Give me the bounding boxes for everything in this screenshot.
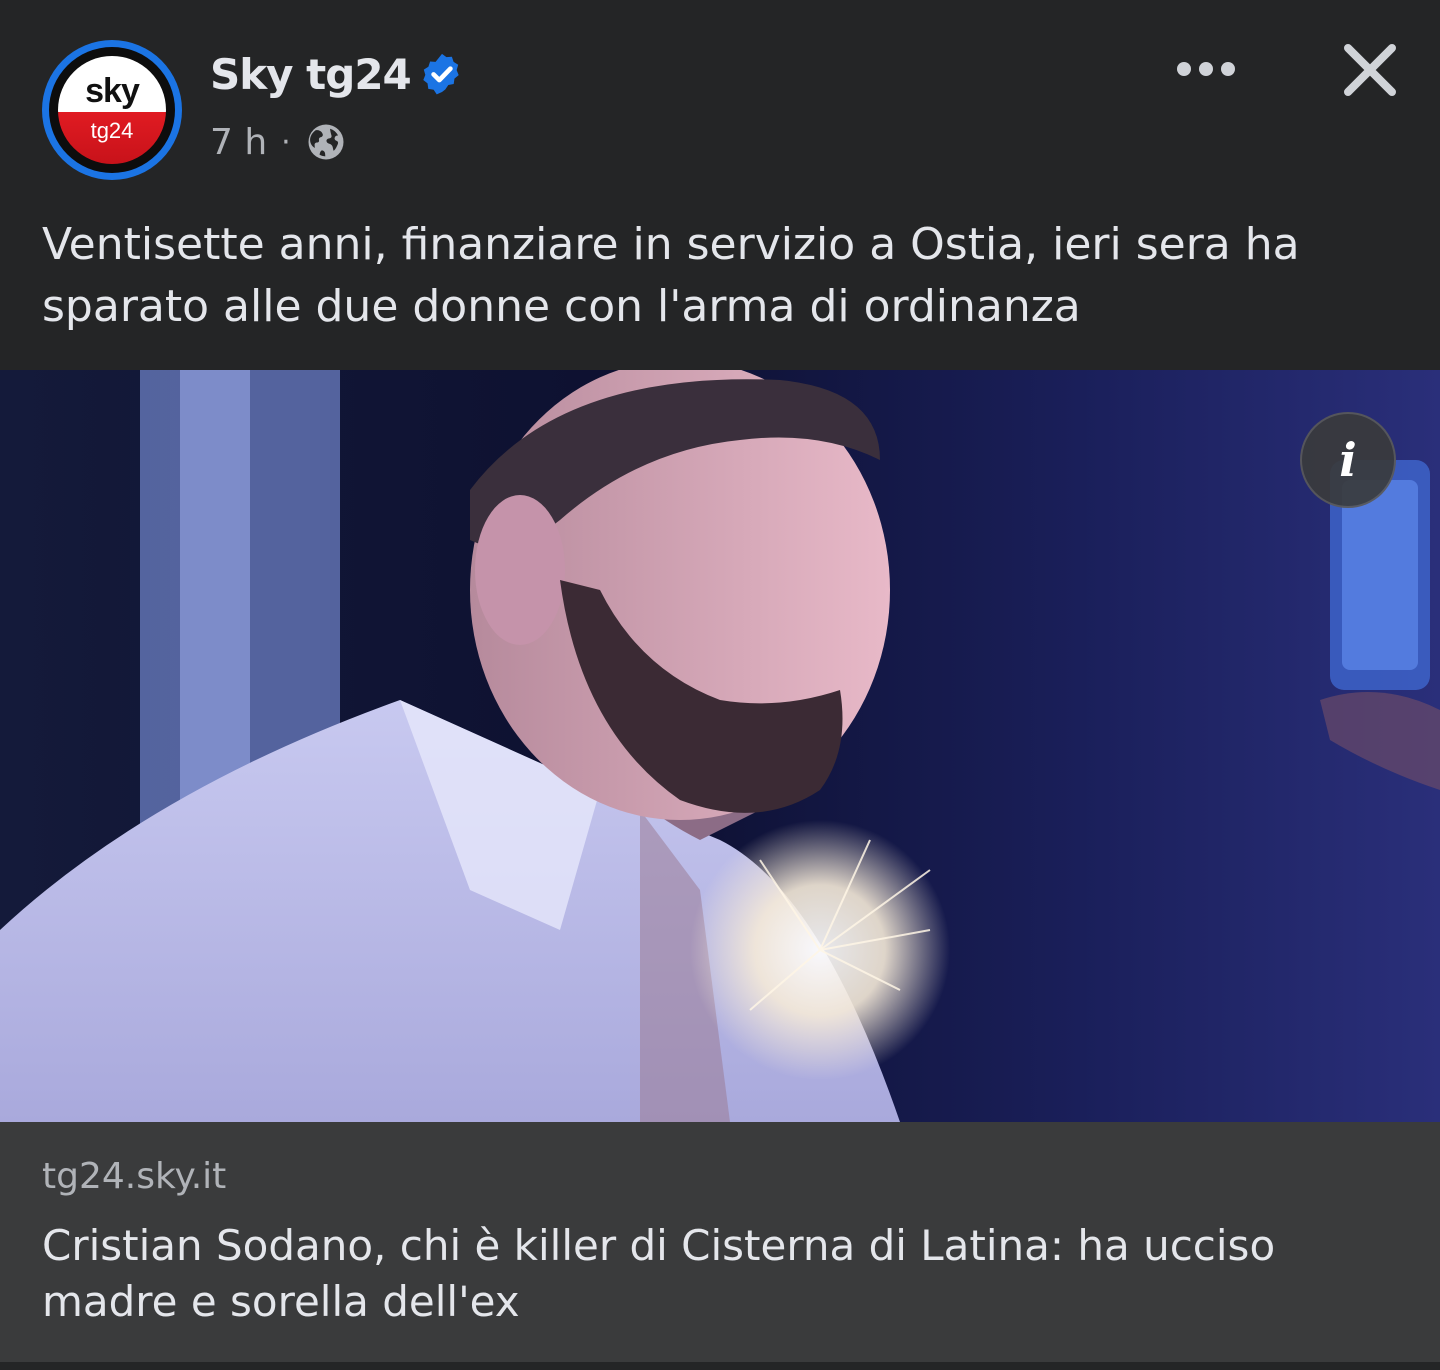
close-button[interactable]	[1334, 34, 1406, 106]
image-info-button[interactable]: i	[1300, 412, 1396, 508]
sky-tg24-logo: sky tg24	[58, 56, 166, 164]
avatar-frame: sky tg24	[49, 47, 175, 173]
page-name[interactable]: Sky tg24	[210, 50, 412, 99]
close-icon	[1344, 44, 1396, 96]
globe-icon	[308, 124, 344, 160]
logo-tg24-text: tg24	[90, 118, 134, 143]
page-name-row: Sky tg24	[210, 44, 465, 104]
post-timestamp[interactable]: 7 h	[210, 122, 267, 163]
link-domain: tg24.sky.it	[42, 1156, 227, 1197]
more-options-icon	[1177, 62, 1235, 76]
more-options-button[interactable]	[1168, 44, 1244, 94]
post-image[interactable]	[0, 370, 1440, 1122]
post-meta: 7 h ·	[210, 118, 347, 166]
post-caption: Ventisette anni, finanziare in servizio …	[42, 219, 1300, 332]
logo-sky-text: sky	[85, 72, 140, 110]
link-title: Cristian Sodano, chi è killer di Cistern…	[42, 1221, 1276, 1326]
facebook-post: sky tg24 Sky tg24 7 h · Ventisette anni,…	[0, 0, 1440, 1370]
info-icon: i	[1339, 433, 1357, 487]
page-avatar[interactable]: sky tg24	[42, 40, 182, 180]
meta-separator: ·	[281, 124, 291, 160]
link-preview[interactable]: tg24.sky.it Cristian Sodano, chi è kille…	[0, 1122, 1440, 1362]
post-photo	[0, 370, 1440, 1122]
verified-badge-icon	[423, 53, 459, 95]
